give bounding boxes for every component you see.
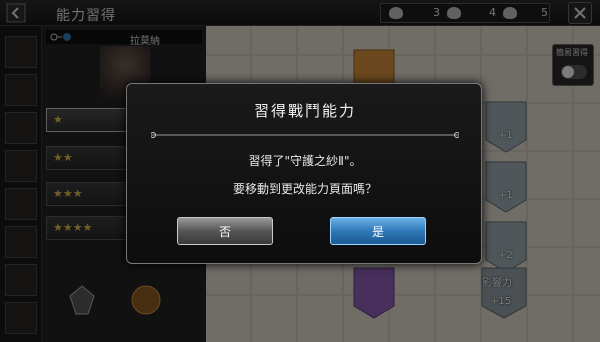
learn-ability-dialog: 習得戰鬥能力 習得了"守護之紗Ⅱ"。 要移動到更改能力頁面嗎？ 否 是 (126, 83, 482, 264)
no-button[interactable]: 否 (177, 217, 273, 245)
ornament-divider (151, 132, 459, 138)
yes-button[interactable]: 是 (330, 217, 426, 245)
dialog-question: 要移動到更改能力頁面嗎？ (232, 182, 377, 196)
dialog-title: 習得戰鬥能力 (253, 102, 356, 120)
dialog-message: 習得了"守護之紗Ⅱ"。 (248, 154, 362, 168)
